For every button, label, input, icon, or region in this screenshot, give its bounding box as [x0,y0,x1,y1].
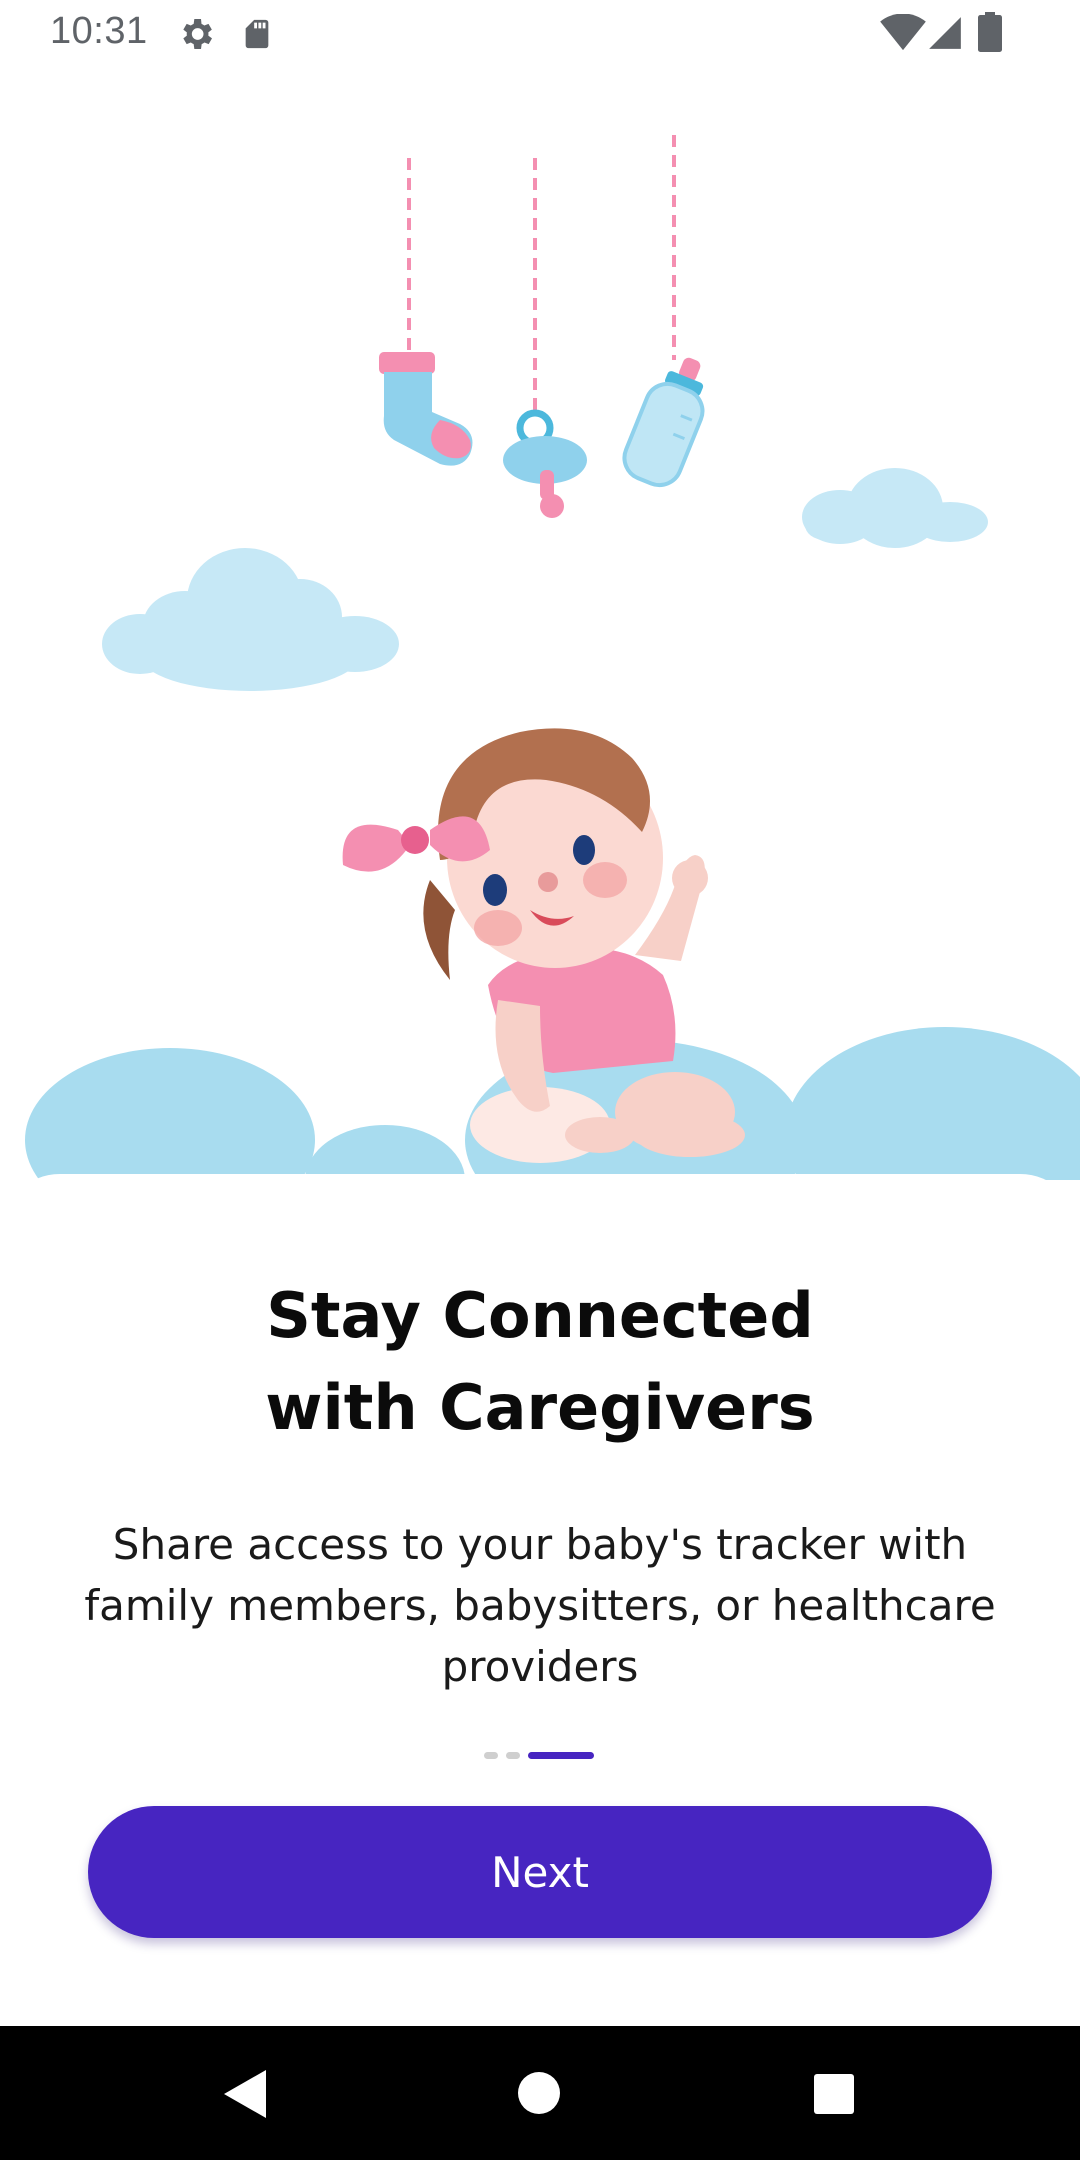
cloud-small [802,468,988,548]
hanging-strings [407,135,676,418]
sd-card-icon [245,19,269,49]
onboarding-title: Stay Connected with Caregivers [80,1270,1000,1454]
baby-illustration [25,135,1080,1180]
status-bar: 10:31 [0,0,1080,66]
status-time: 10:31 [50,10,148,52]
signal-icon [929,17,961,49]
baby-figure [342,728,745,1163]
home-icon[interactable] [518,2072,560,2114]
cloud-large [102,548,399,691]
onboarding-description: Share access to your baby's tracker with… [84,1520,996,1691]
sock-icon [379,352,473,466]
gear-icon [183,19,212,49]
onboarding-screen: 10:31 Stay Connected with Caregivers Sha… [0,0,1080,2160]
page-indicator-dot-2 [506,1752,520,1759]
page-indicator-dot-1 [484,1752,498,1759]
next-button[interactable]: Next [88,1806,992,1938]
title-line-2: with Caregivers [265,1371,815,1444]
pacifier-icon [503,409,587,518]
back-icon[interactable] [224,2070,266,2118]
battery-icon [978,12,1002,52]
navigation-bar [0,2026,1080,2160]
wifi-icon [880,14,926,51]
title-line-1: Stay Connected [266,1279,814,1352]
recents-icon[interactable] [814,2074,854,2114]
page-indicator-dot-3-active [528,1752,594,1759]
bottle-icon [622,357,705,488]
